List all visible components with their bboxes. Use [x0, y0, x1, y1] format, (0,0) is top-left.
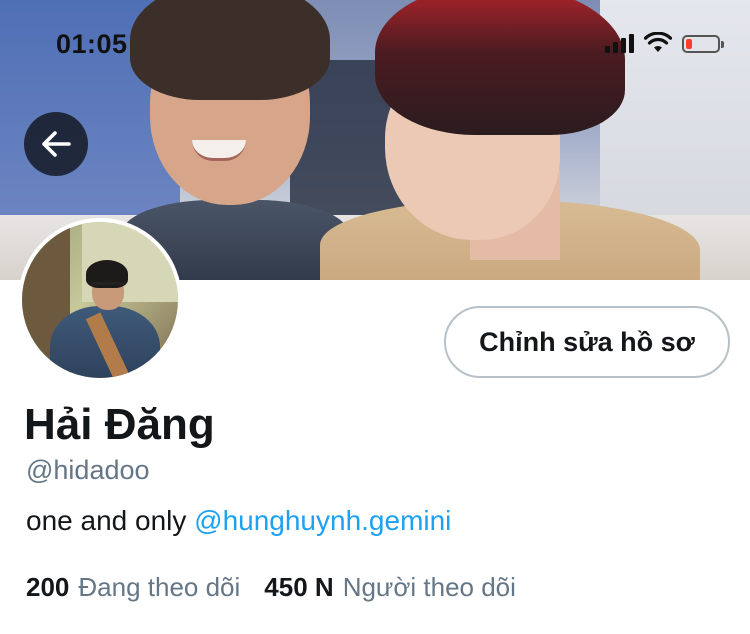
profile-avatar[interactable]	[18, 218, 182, 382]
following-stat[interactable]: 200 Đang theo dõi	[26, 572, 240, 603]
profile-bio: one and only @hunghuynh.gemini	[26, 505, 451, 537]
back-button[interactable]	[24, 112, 88, 176]
following-label: Đang theo dõi	[78, 572, 241, 602]
bio-text: one and only	[26, 505, 195, 536]
followers-count: 450 N	[264, 572, 334, 602]
edit-profile-button[interactable]: Chỉnh sửa hồ sơ	[444, 306, 730, 378]
status-bar-icons	[605, 31, 724, 53]
profile-display-name: Hải Đăng	[24, 400, 215, 449]
bio-mention-link[interactable]: @hunghuynh.gemini	[194, 505, 451, 536]
followers-label: Người theo dõi	[342, 572, 516, 602]
following-count: 200	[26, 572, 70, 602]
battery-low-icon	[682, 35, 724, 53]
profile-screen: 01:05 Chỉnh sửa hồ sơ Hải Đăng @hidadoo …	[0, 0, 750, 634]
banner-person-right-hair	[375, 0, 625, 135]
status-bar-time: 01:05	[56, 29, 128, 59]
arrow-left-icon	[42, 131, 71, 157]
followers-stat[interactable]: 450 N Người theo dõi	[264, 572, 516, 603]
avatar-glasses	[92, 282, 124, 293]
profile-username: @hidadoo	[26, 455, 150, 485]
cellular-signal-icon	[605, 31, 634, 53]
wifi-icon	[644, 32, 672, 53]
banner-person-left-hair	[130, 0, 330, 100]
profile-stats: 200 Đang theo dõi 450 N Người theo dõi	[26, 572, 516, 603]
battery-level-fill	[686, 39, 692, 49]
